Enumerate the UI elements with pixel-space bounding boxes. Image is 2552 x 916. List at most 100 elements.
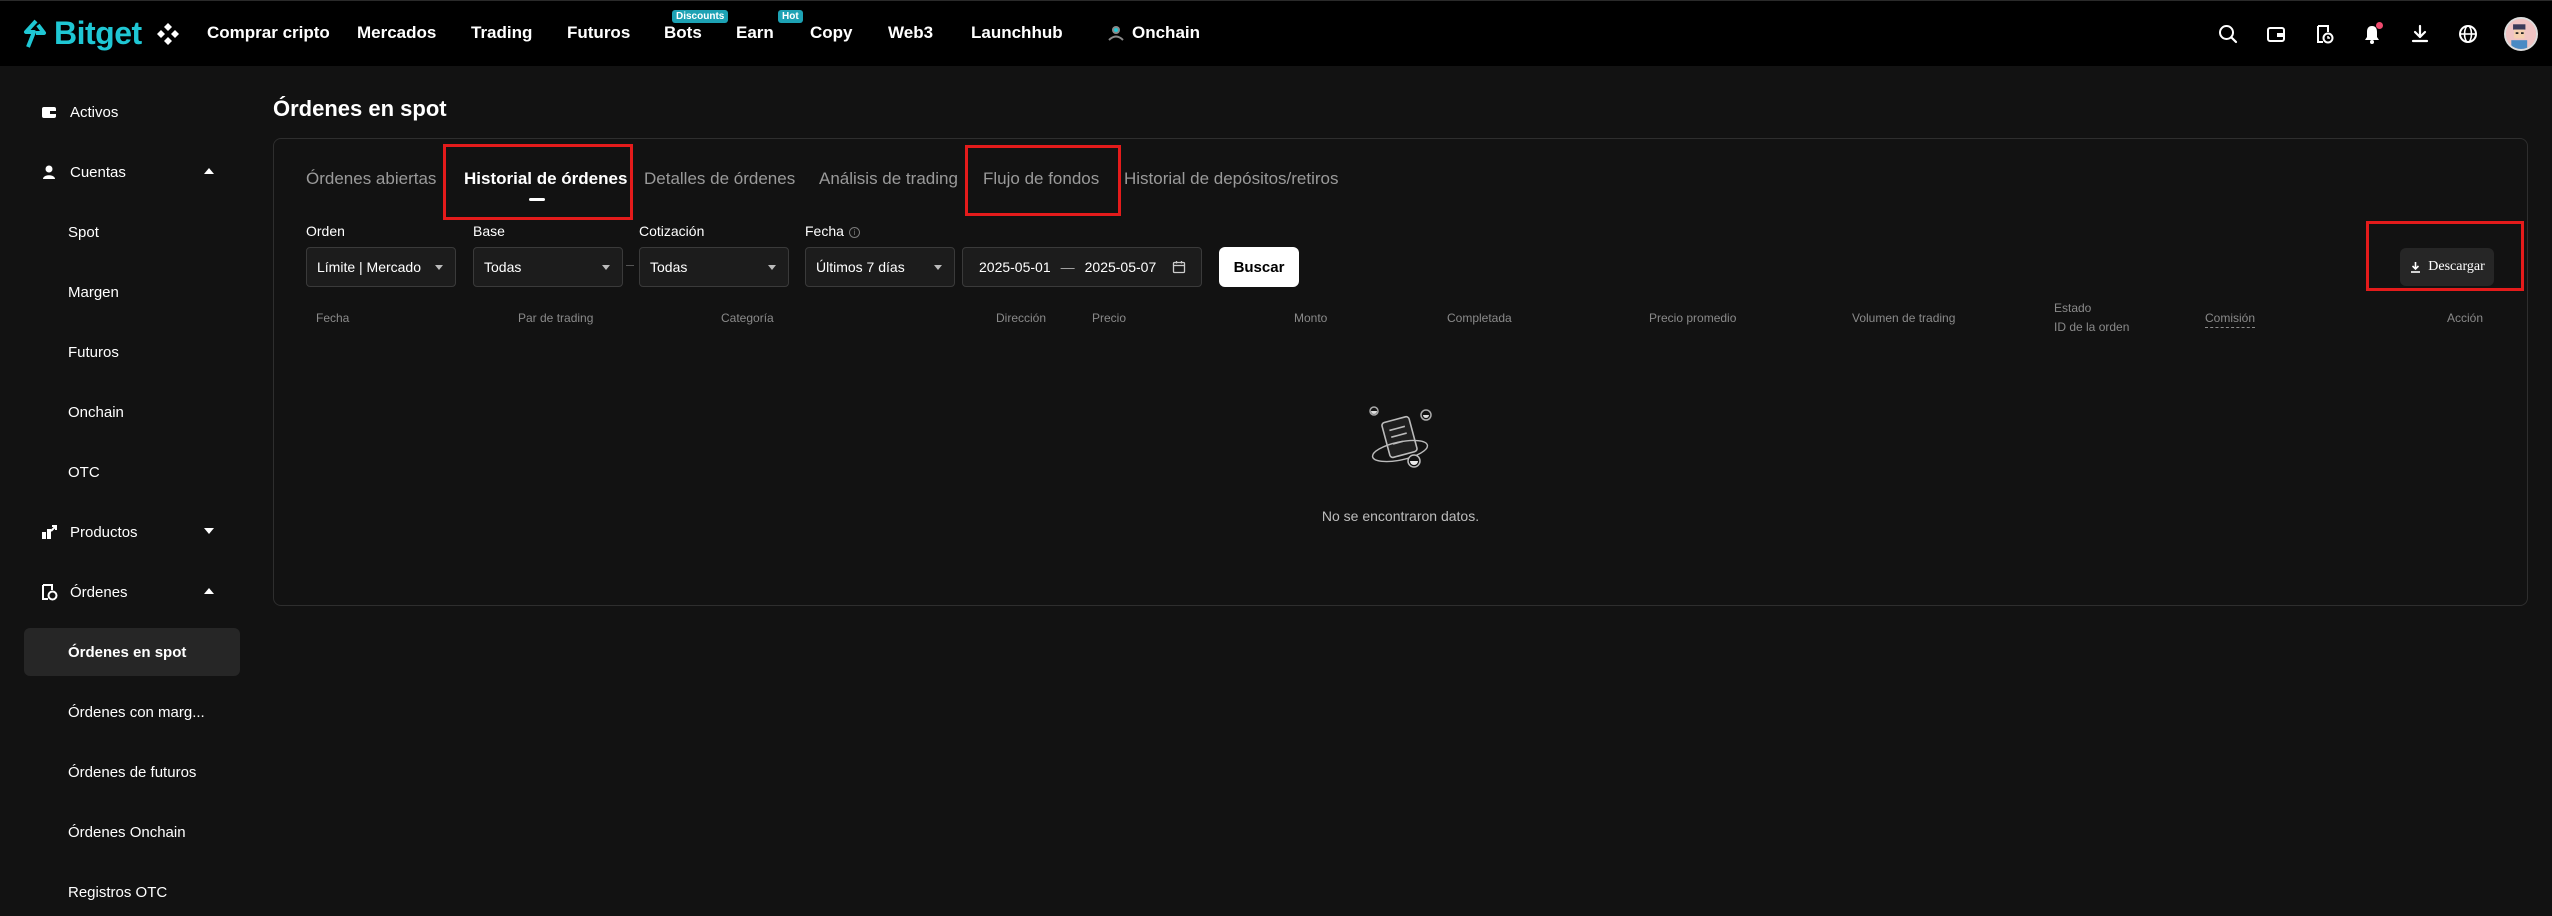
chevron-down-icon: [602, 265, 610, 270]
nav-futuros[interactable]: Futuros: [567, 23, 630, 43]
col-header-id-orden: ID de la orden: [2054, 320, 2130, 334]
sidebar-item-label: Spot: [68, 223, 99, 241]
nav-trading[interactable]: Trading: [471, 23, 532, 43]
search-button[interactable]: Buscar: [1219, 247, 1299, 287]
select-value: Últimos 7 días: [816, 259, 905, 275]
nav-earn[interactable]: Earn: [736, 23, 774, 43]
sidebar-item-label: Productos: [70, 523, 138, 541]
sidebar-item-ordenes-de-futuros[interactable]: Órdenes de futuros: [24, 748, 240, 796]
calendar-icon: [1173, 261, 1186, 274]
chevron-up-icon: [204, 588, 214, 594]
nav-mercados[interactable]: Mercados: [357, 23, 436, 43]
sidebar-item-label: Órdenes de futuros: [68, 763, 197, 781]
chevron-up-icon: [204, 168, 214, 174]
sidebar-item-onchain[interactable]: Onchain: [24, 388, 240, 436]
sidebar-item-activos[interactable]: Activos: [24, 88, 240, 136]
tab-historial-de-ordenes[interactable]: Historial de órdenes: [464, 169, 627, 189]
user-avatar[interactable]: [2504, 17, 2538, 51]
top-navigation: Bitget Comprar cripto Mercados Trading F…: [0, 0, 2552, 66]
col-header-precio: Precio: [1092, 311, 1127, 325]
bitget-logo-icon: [24, 19, 46, 48]
orders-icon: [42, 584, 58, 601]
nav-copy[interactable]: Copy: [810, 23, 853, 43]
sidebar-item-label: Órdenes: [70, 583, 128, 601]
sidebar-item-margen[interactable]: Margen: [24, 268, 240, 316]
chevron-down-icon: [204, 528, 214, 534]
sidebar-item-label: Margen: [68, 283, 119, 301]
quote-select[interactable]: Todas: [639, 247, 789, 287]
separator: [626, 265, 634, 266]
sidebar-item-label: Futuros: [68, 343, 119, 361]
sidebar-item-ordenes[interactable]: Órdenes: [24, 568, 240, 616]
select-value: Todas: [484, 259, 522, 275]
nav-launchhub[interactable]: Launchhub: [971, 23, 1063, 43]
sidebar: Activos Cuentas Spot Margen Futuros Onch…: [0, 66, 256, 901]
col-header-completada: Completada: [1447, 311, 1512, 325]
download-icon[interactable]: [2407, 21, 2433, 47]
sidebar-item-ordenes-en-spot[interactable]: Órdenes en spot: [24, 628, 240, 676]
search-icon[interactable]: [2215, 21, 2241, 47]
tab-flujo-de-fondos[interactable]: Flujo de fondos: [983, 169, 1099, 189]
sidebar-item-productos[interactable]: Productos: [24, 508, 240, 556]
sidebar-item-label: Órdenes Onchain: [68, 823, 186, 841]
user-icon: [43, 165, 55, 179]
order-type-select[interactable]: Límite | Mercado: [306, 247, 456, 287]
filter-label-fecha-text: Fecha: [805, 223, 844, 239]
col-header-monto: Monto: [1294, 311, 1328, 325]
date-to: 2025-05-07: [1084, 259, 1157, 275]
sidebar-item-label: Cuentas: [70, 163, 126, 181]
sidebar-item-futuros[interactable]: Futuros: [24, 328, 240, 376]
col-header-par: Par de trading: [518, 311, 594, 325]
col-header-accion: Acción: [2447, 311, 2484, 325]
download-label: Descargar: [2428, 259, 2485, 274]
page-title: Órdenes en spot: [273, 96, 447, 121]
sidebar-item-cuentas[interactable]: Cuentas: [24, 148, 240, 196]
tab-ordenes-abiertas[interactable]: Órdenes abiertas: [306, 169, 436, 189]
sidebar-item-label: Activos: [70, 103, 119, 121]
brand-name: Bitget: [54, 15, 142, 51]
globe-icon[interactable]: [2455, 21, 2481, 47]
select-value: Todas: [650, 259, 688, 275]
bell-icon[interactable]: [2359, 21, 2385, 47]
sidebar-item-ordenes-onchain[interactable]: Órdenes Onchain: [24, 808, 240, 856]
wallet-icon[interactable]: [2263, 21, 2289, 47]
col-header-precio-promedio: Precio promedio: [1649, 311, 1737, 325]
tab-historial-de-depositos-retiros[interactable]: Historial de depósitos/retiros: [1124, 169, 1338, 189]
wallet-icon: [42, 107, 56, 118]
orders-panel: Órdenes abiertas Historial de órdenes De…: [273, 138, 2528, 606]
sidebar-item-label: Onchain: [68, 403, 124, 421]
chevron-down-icon: [934, 265, 942, 270]
orders-icon[interactable]: [2311, 21, 2337, 47]
sidebar-item-label: Órdenes con marg...: [68, 703, 205, 721]
sidebar-item-label: Registros OTC: [68, 883, 168, 901]
sidebar-item-ordenes-con-margen[interactable]: Órdenes con marg...: [24, 688, 240, 736]
hot-badge: Hot: [778, 10, 803, 23]
col-header-comision[interactable]: Comisión: [2205, 309, 2256, 328]
apps-grid-icon[interactable]: [156, 22, 180, 46]
nav-comprar-cripto[interactable]: Comprar cripto: [207, 23, 330, 43]
filter-label-base: Base: [473, 223, 505, 239]
download-button[interactable]: Descargar: [2400, 248, 2494, 286]
sidebar-item-label: Órdenes en spot: [68, 643, 187, 661]
sidebar-item-label: OTC: [68, 463, 100, 481]
tab-analisis-de-trading[interactable]: Análisis de trading: [819, 169, 958, 189]
base-select[interactable]: Todas: [473, 247, 623, 287]
products-icon: [42, 525, 57, 539]
filter-label-cotizacion: Cotización: [639, 223, 705, 239]
bitget-logo[interactable]: Bitget: [22, 15, 142, 52]
info-icon[interactable]: i: [848, 227, 860, 238]
nav-bots[interactable]: Bots: [664, 23, 702, 43]
tab-detalles-de-ordenes[interactable]: Detalles de órdenes: [644, 169, 795, 189]
col-header-fecha: Fecha: [316, 311, 350, 325]
nav-web3[interactable]: Web3: [888, 23, 933, 43]
onchain-icon: [1108, 26, 1124, 41]
sidebar-item-otc[interactable]: OTC: [24, 448, 240, 496]
date-period-select[interactable]: Últimos 7 días: [805, 247, 955, 287]
active-tab-indicator: [529, 198, 545, 201]
chevron-down-icon: [435, 265, 443, 270]
nav-onchain[interactable]: Onchain: [1132, 23, 1200, 43]
sidebar-item-registros-otc[interactable]: Registros OTC: [24, 868, 240, 916]
sidebar-item-spot[interactable]: Spot: [24, 208, 240, 256]
date-range-picker[interactable]: 2025-05-01 — 2025-05-07: [962, 247, 1202, 287]
select-value: Límite | Mercado: [317, 259, 422, 275]
